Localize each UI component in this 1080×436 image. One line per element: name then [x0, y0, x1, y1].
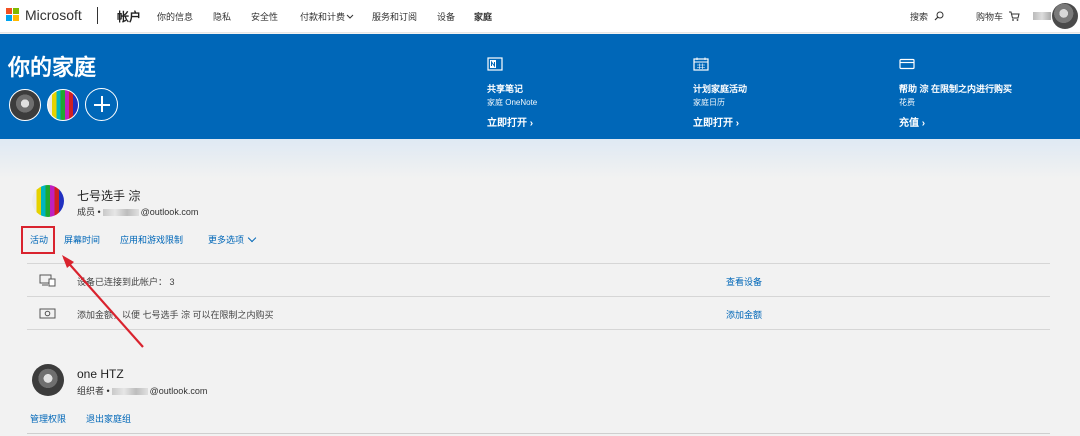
- nav-payment-billing[interactable]: 付款和计费: [300, 10, 354, 23]
- member-role-email: 成员 • @outlook.com: [77, 205, 198, 218]
- manage-permissions-link[interactable]: 管理权限: [30, 412, 66, 425]
- cart-button[interactable]: 购物车: [976, 10, 1020, 23]
- family-hero-banner: 你的家庭 共享笔记 家庭 OneNote 立即打开 › 计划家庭活动 家庭日历 …: [0, 34, 1080, 139]
- page-title: 你的家庭: [8, 55, 97, 80]
- feature-subtitle: 家庭 OneNote: [487, 98, 538, 107]
- member-avatar[interactable]: [32, 364, 64, 396]
- section-divider: [27, 433, 1050, 434]
- feature-title: 共享笔记: [487, 84, 524, 94]
- nav-privacy[interactable]: 隐私: [213, 10, 231, 23]
- brand-name[interactable]: Microsoft: [25, 7, 82, 23]
- nav-account[interactable]: 帐户: [117, 8, 141, 25]
- feature-subtitle: 家庭日历: [693, 98, 725, 107]
- member-name: one HTZ: [77, 367, 124, 381]
- avatar-organizer[interactable]: [9, 89, 41, 121]
- member-role-email: 组织者 • @outlook.com: [77, 384, 207, 397]
- banner-fade: [0, 139, 1080, 179]
- blurred-email: [111, 388, 148, 396]
- nav-services-subscriptions[interactable]: 服务和订阅: [372, 10, 417, 23]
- search-button[interactable]: 搜索: [910, 10, 944, 23]
- money-icon: [39, 308, 56, 319]
- top-nav: Microsoft 帐户 你的信息 隐私 安全性 付款和计费 服务和订阅 设备 …: [0, 0, 1080, 33]
- more-options-button[interactable]: 更多选项: [208, 233, 257, 246]
- search-icon: [934, 11, 944, 21]
- devices-icon: [39, 274, 56, 287]
- add-money-row: 添加金额，以便 七号选手 淙 可以在限制之内购买 添加金额: [27, 296, 1050, 330]
- member-email: @outlook.com: [140, 207, 199, 217]
- nav-devices[interactable]: 设备: [437, 10, 455, 23]
- leave-family-link[interactable]: 退出家庭组: [86, 412, 131, 425]
- feature-family-calendar: 计划家庭活动 家庭日历 立即打开 ›: [693, 57, 747, 129]
- blurred-email: [102, 209, 139, 217]
- user-avatar[interactable]: [1052, 3, 1078, 29]
- chevron-down-icon: [247, 233, 257, 243]
- member-role: 组织者 •: [77, 386, 110, 396]
- chevron-down-icon: [346, 14, 354, 19]
- cart-icon: [1008, 11, 1020, 21]
- add-money-hero-link[interactable]: 充值 ›: [899, 114, 1012, 129]
- highlight-box: [21, 226, 55, 254]
- add-money-link[interactable]: 添加金额: [726, 308, 762, 321]
- feature-spending: 帮助 淙 在限制之内进行购买 花费 充值 ›: [899, 57, 1012, 129]
- add-member-button[interactable]: [85, 88, 118, 121]
- view-devices-link[interactable]: 查看设备: [726, 275, 762, 288]
- open-calendar-link[interactable]: 立即打开 ›: [693, 114, 747, 129]
- feature-title: 计划家庭活动: [693, 84, 748, 94]
- feature-title: 帮助 淙 在限制之内进行购买: [899, 84, 1013, 94]
- member-name: 七号选手 淙: [77, 189, 141, 203]
- calendar-icon: [693, 57, 709, 71]
- open-onenote-link[interactable]: 立即打开 ›: [487, 114, 537, 129]
- nav-your-info[interactable]: 你的信息: [157, 10, 193, 23]
- tab-screen-time[interactable]: 屏幕时间: [64, 233, 100, 246]
- add-money-text: 添加金额，以便 七号选手 淙 可以在限制之内购买: [77, 310, 274, 320]
- card-icon: [899, 58, 915, 70]
- nav-divider: [97, 7, 98, 24]
- member-role: 成员 •: [77, 207, 101, 217]
- member-avatar[interactable]: [32, 185, 64, 217]
- member-email: @outlook.com: [149, 386, 208, 396]
- tab-app-game-limits[interactable]: 应用和游戏限制: [120, 233, 183, 246]
- feature-subtitle: 花费: [899, 98, 915, 107]
- blurred-username: [1033, 12, 1051, 20]
- onenote-icon: [487, 57, 503, 71]
- microsoft-logo-icon[interactable]: [6, 8, 20, 22]
- nav-security[interactable]: 安全性: [251, 10, 278, 23]
- devices-count-text: 设备已连接到此帐户： 3: [77, 277, 175, 287]
- devices-row: 设备已连接到此帐户： 3 查看设备: [27, 263, 1050, 296]
- feature-shared-notes: 共享笔记 家庭 OneNote 立即打开 ›: [487, 57, 537, 129]
- nav-family[interactable]: 家庭: [474, 10, 492, 23]
- avatar-member[interactable]: [47, 89, 79, 121]
